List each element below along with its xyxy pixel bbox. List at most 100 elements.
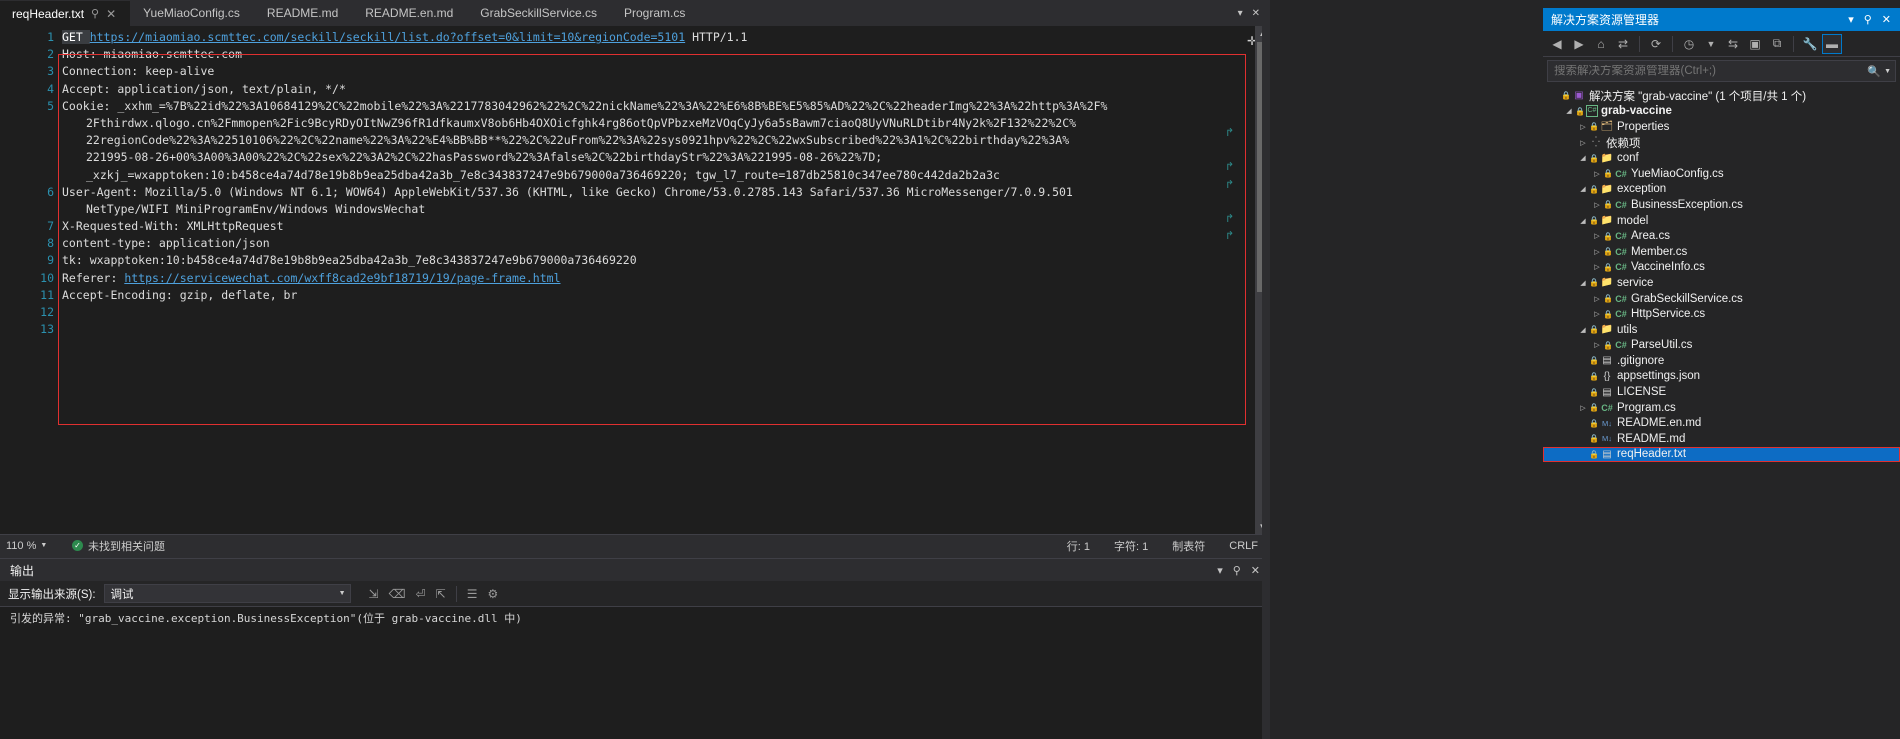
chevron-down-icon[interactable]: ◢: [1577, 326, 1589, 334]
tree-item-member.cs[interactable]: ▷ 🔒 C# Member.cs: [1543, 244, 1900, 260]
tree-item-readme.md[interactable]: 🔒 M↓ README.md: [1543, 431, 1900, 447]
search-icon[interactable]: 🔍: [1867, 65, 1881, 78]
chevron-right-icon[interactable]: ▷: [1591, 295, 1603, 303]
tree-item-label: YueMiaoConfig.cs: [1630, 167, 1724, 180]
close-icon[interactable]: ✕: [106, 7, 116, 21]
tree-item-area.cs[interactable]: ▷ 🔒 C# Area.cs: [1543, 228, 1900, 244]
tree-item--[interactable]: ▷ ⁛ 依赖项: [1543, 135, 1900, 151]
show-all-files-icon[interactable]: ⇆: [1723, 34, 1743, 54]
tree-item-utils[interactable]: ◢ 🔒 📁 utils: [1543, 322, 1900, 338]
chevron-right-icon[interactable]: ▷: [1591, 170, 1603, 178]
editor-status-right: 行: 1 字符: 1 制表符 CRLF: [1055, 535, 1270, 556]
tree-item-conf[interactable]: ◢ 🔒 📁 conf: [1543, 150, 1900, 166]
chevron-down-icon[interactable]: ◢: [1577, 185, 1589, 193]
tree-item-program.cs[interactable]: ▷ 🔒 C# Program.cs: [1543, 400, 1900, 416]
home-icon[interactable]: ⌂: [1591, 34, 1611, 54]
panel-close-icon[interactable]: ✕: [1877, 13, 1896, 26]
chevron-down-icon[interactable]: ▼: [40, 542, 47, 549]
tree-item-readme.en.md[interactable]: 🔒 M↓ README.en.md: [1543, 415, 1900, 431]
chevron-right-icon[interactable]: ▷: [1577, 123, 1589, 131]
chevron-down-icon[interactable]: ◢: [1577, 154, 1589, 162]
refresh-icon[interactable]: ⟳: [1646, 34, 1666, 54]
chevron-right-icon[interactable]: ▷: [1577, 404, 1589, 412]
tree-item-parseutil.cs[interactable]: ▷ 🔒 C# ParseUtil.cs: [1543, 338, 1900, 354]
tree-item-reqheader.txt[interactable]: 🔒 ▤ reqHeader.txt: [1543, 446, 1900, 463]
chevron-right-icon[interactable]: ▷: [1591, 248, 1603, 256]
panel-pin-icon[interactable]: ⚲: [1233, 564, 1241, 577]
caret-column: 字符: 1: [1114, 540, 1149, 553]
issues-indicator[interactable]: ✓ 未找到相关问题: [72, 538, 165, 554]
solution-tree[interactable]: 🔒 ▣ 解决方案 "grab-vaccine" (1 个项目/共 1 个) ◢ 🔒 C# g…: [1543, 84, 1900, 463]
editor-tab-reqheader-txt[interactable]: reqHeader.txt ⚲ ✕: [0, 0, 132, 26]
pin-icon[interactable]: ⚲: [91, 7, 99, 20]
clear-all-icon[interactable]: ⌫: [389, 587, 406, 601]
tree-item-httpservice.cs[interactable]: ▷ 🔒 C# HttpService.cs: [1543, 306, 1900, 322]
url-link[interactable]: https://miaomiao.scmttec.com/seckill/sec…: [90, 30, 685, 44]
output-list-icon[interactable]: ☰: [467, 587, 478, 601]
cs-icon: C#: [1601, 402, 1613, 413]
pending-changes-icon[interactable]: ◷: [1679, 34, 1699, 54]
editor-tab-yuemiaoconfig-cs[interactable]: YueMiaoConfig.cs: [131, 0, 255, 26]
search-input[interactable]: [1554, 65, 1868, 77]
tree-item--grab-vaccine-1-1-[interactable]: 🔒 ▣ 解决方案 "grab-vaccine" (1 个项目/共 1 个): [1543, 88, 1900, 104]
back-icon[interactable]: ◀: [1547, 34, 1567, 54]
forward-icon[interactable]: ▶: [1569, 34, 1589, 54]
collapse-all-icon[interactable]: ▣: [1745, 34, 1765, 54]
output-settings-icon[interactable]: ⚙: [487, 587, 498, 601]
tree-item-model[interactable]: ◢ 🔒 📁 model: [1543, 213, 1900, 229]
tree-item-properties[interactable]: ▷ 🔒 🗂 Properties: [1543, 119, 1900, 135]
tree-item-label: exception: [1616, 183, 1667, 196]
chevron-right-icon[interactable]: ▷: [1577, 139, 1589, 147]
panel-pin-icon[interactable]: ⚲: [1859, 13, 1877, 26]
panel-dropdown-icon[interactable]: ▾: [1843, 13, 1859, 26]
tree-item-.gitignore[interactable]: 🔒 ▤ .gitignore: [1543, 353, 1900, 369]
panel-splitter[interactable]: [1262, 0, 1270, 739]
zoom-level-selector[interactable]: 110 % ▼: [0, 535, 56, 556]
output-panel-title: 输出 ▾ ⚲ ✕: [0, 559, 1270, 581]
code-line: 13: [0, 321, 1255, 338]
lock-icon: 🔒: [1589, 403, 1599, 413]
tab-list-dropdown-icon[interactable]: ▾: [1238, 8, 1243, 19]
tree-item-appsettings.json[interactable]: 🔒 {} appsettings.json: [1543, 369, 1900, 385]
code-editor[interactable]: 1 GET https://miaomiao.scmttec.com/seckil…: [0, 26, 1255, 534]
tab-close-icon[interactable]: ✕: [1252, 8, 1260, 19]
find-message-icon[interactable]: ⇲: [369, 587, 379, 601]
tree-item-businessexception.cs[interactable]: ▷ 🔒 C# BusinessException.cs: [1543, 197, 1900, 213]
editor-tab-grabseckillservice-cs[interactable]: GrabSeckillService.cs: [468, 0, 612, 26]
toggle-word-wrap-icon[interactable]: ⏎: [416, 587, 426, 601]
chevron-down-icon[interactable]: ◢: [1577, 279, 1589, 287]
tree-item-exception[interactable]: ◢ 🔒 📁 exception: [1543, 182, 1900, 198]
editor-tab-readme-md[interactable]: README.md: [255, 0, 354, 26]
editor-tab-readme-en-md[interactable]: README.en.md: [353, 0, 469, 26]
chevron-right-icon[interactable]: ▷: [1591, 310, 1603, 318]
chevron-down-icon[interactable]: ◢: [1577, 217, 1589, 225]
chevron-down-icon[interactable]: ▼: [339, 590, 346, 597]
code-text: User-Agent: Mozilla/5.0 (Windows NT 6.1;…: [62, 184, 1073, 201]
tree-item-grabseckillservice.cs[interactable]: ▷ 🔒 C# GrabSeckillService.cs: [1543, 291, 1900, 307]
chevron-right-icon[interactable]: ▷: [1591, 201, 1603, 209]
url-link[interactable]: https://servicewechat.com/wxff8cad2e9bf1…: [124, 271, 560, 285]
tree-item-vaccineinfo.cs[interactable]: ▷ 🔒 C# VaccineInfo.cs: [1543, 260, 1900, 276]
output-source-select[interactable]: 调试 ▼: [103, 584, 351, 603]
chevron-right-icon[interactable]: ▷: [1591, 232, 1603, 240]
sync-with-active-doc-icon[interactable]: ⇄: [1613, 34, 1633, 54]
editor-tab-program-cs[interactable]: Program.cs: [612, 0, 701, 26]
preview-selected-items-icon[interactable]: ▬: [1822, 33, 1842, 54]
tree-item-yuemiaoconfig.cs[interactable]: ▷ 🔒 C# YueMiaoConfig.cs: [1543, 166, 1900, 182]
chevron-down-icon[interactable]: ▼: [1701, 34, 1721, 54]
tree-item-grab-vaccine[interactable]: ◢ 🔒 C# grab-vaccine: [1543, 104, 1900, 120]
chevron-down-icon[interactable]: ◢: [1563, 107, 1575, 115]
panel-close-icon[interactable]: ✕: [1251, 564, 1260, 577]
tree-item-license[interactable]: 🔒 ▤ LICENSE: [1543, 384, 1900, 400]
panel-dropdown-icon[interactable]: ▾: [1217, 564, 1223, 577]
code-line: 12: [0, 304, 1255, 321]
chevron-down-icon[interactable]: ▼: [1884, 68, 1891, 75]
properties-icon[interactable]: 🔧: [1800, 34, 1820, 54]
solution-explorer-search[interactable]: 🔍 ▼: [1547, 60, 1896, 82]
lock-icon: 🔒: [1603, 262, 1613, 272]
chevron-right-icon[interactable]: ▷: [1591, 263, 1603, 271]
chevron-right-icon[interactable]: ▷: [1591, 341, 1603, 349]
copy-icon[interactable]: ⧉: [1767, 34, 1787, 54]
tree-item-service[interactable]: ◢ 🔒 📁 service: [1543, 275, 1900, 291]
go-to-message-icon[interactable]: ⇱: [436, 587, 446, 601]
